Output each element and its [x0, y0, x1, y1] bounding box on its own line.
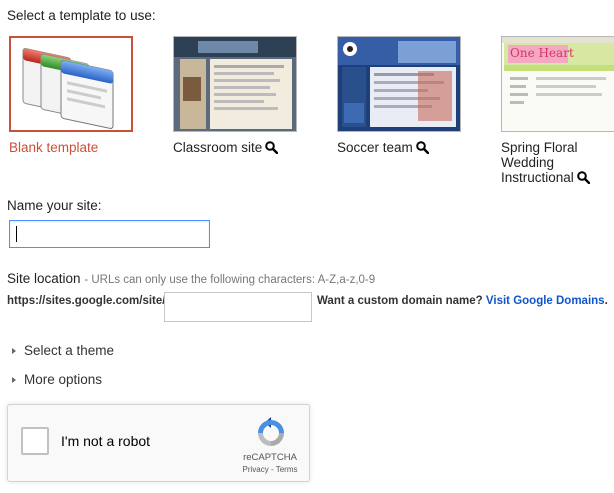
site-name-label: Name your site: [7, 198, 102, 213]
site-location-label: Site location [7, 271, 81, 286]
site-location-row: Site location - URLs can only use the fo… [7, 271, 375, 286]
template-spring-floral-label[interactable]: Spring Floral Wedding Instructional [501, 140, 590, 185]
template-blank[interactable] [9, 36, 133, 132]
template-spring-line-1: Spring Floral [501, 140, 578, 155]
recaptcha-brand: reCAPTCHA [243, 452, 297, 463]
classroom-thumbnail [174, 37, 296, 131]
template-blank-label[interactable]: Blank template [9, 140, 98, 155]
select-theme-label: Select a theme [24, 343, 115, 358]
select-theme-expander[interactable]: Select a theme [12, 343, 114, 358]
recaptcha-widget: I'm not a robot reCAPTCHA Privacy - Term… [7, 404, 310, 482]
recaptcha-terms-link[interactable]: Terms [276, 465, 298, 474]
triangle-right-icon [12, 377, 16, 383]
spring-banner-text: One Heart [510, 46, 574, 60]
template-spring-line-3: Instructional [501, 170, 574, 185]
magnifier-icon[interactable] [265, 141, 279, 154]
template-soccer-label[interactable]: Soccer team [337, 140, 429, 155]
magnifier-icon[interactable] [576, 171, 590, 184]
recaptcha-privacy-link[interactable]: Privacy [243, 465, 269, 474]
site-url-prefix: https://sites.google.com/site/ [7, 295, 166, 307]
template-classroom-text: Classroom site [173, 140, 263, 155]
templates-heading: Select a template to use: [7, 8, 156, 23]
template-spring-line-2: Wedding [501, 155, 555, 170]
recaptcha-sep: - [268, 465, 276, 474]
recaptcha-checkbox[interactable] [21, 427, 49, 455]
template-spring-floral[interactable]: One Heart [501, 36, 614, 132]
custom-domain-question: Want a custom domain name? [317, 295, 483, 307]
site-location-hint: - URLs can only use the following charac… [84, 274, 376, 286]
recaptcha-links: Privacy - Terms [240, 465, 300, 474]
site-name-input[interactable] [9, 220, 210, 248]
recaptcha-label: I'm not a robot [61, 433, 151, 449]
template-classroom[interactable] [173, 36, 297, 132]
magnifier-icon[interactable] [415, 141, 429, 154]
site-location-input[interactable] [164, 292, 312, 322]
more-options-expander[interactable]: More options [12, 372, 102, 387]
google-domains-link[interactable]: Visit Google Domains [486, 295, 605, 307]
custom-domain-row: Want a custom domain name? Visit Google … [317, 295, 608, 307]
custom-domain-period: . [604, 295, 608, 307]
blank-template-icon [22, 48, 114, 129]
template-classroom-label[interactable]: Classroom site [173, 140, 279, 155]
template-soccer-text: Soccer team [337, 140, 413, 155]
template-soccer[interactable] [337, 36, 461, 132]
recaptcha-logo-icon [258, 417, 284, 446]
soccer-thumbnail [338, 37, 460, 131]
text-caret [16, 226, 17, 242]
more-options-label: More options [24, 372, 103, 387]
triangle-right-icon [12, 348, 16, 354]
